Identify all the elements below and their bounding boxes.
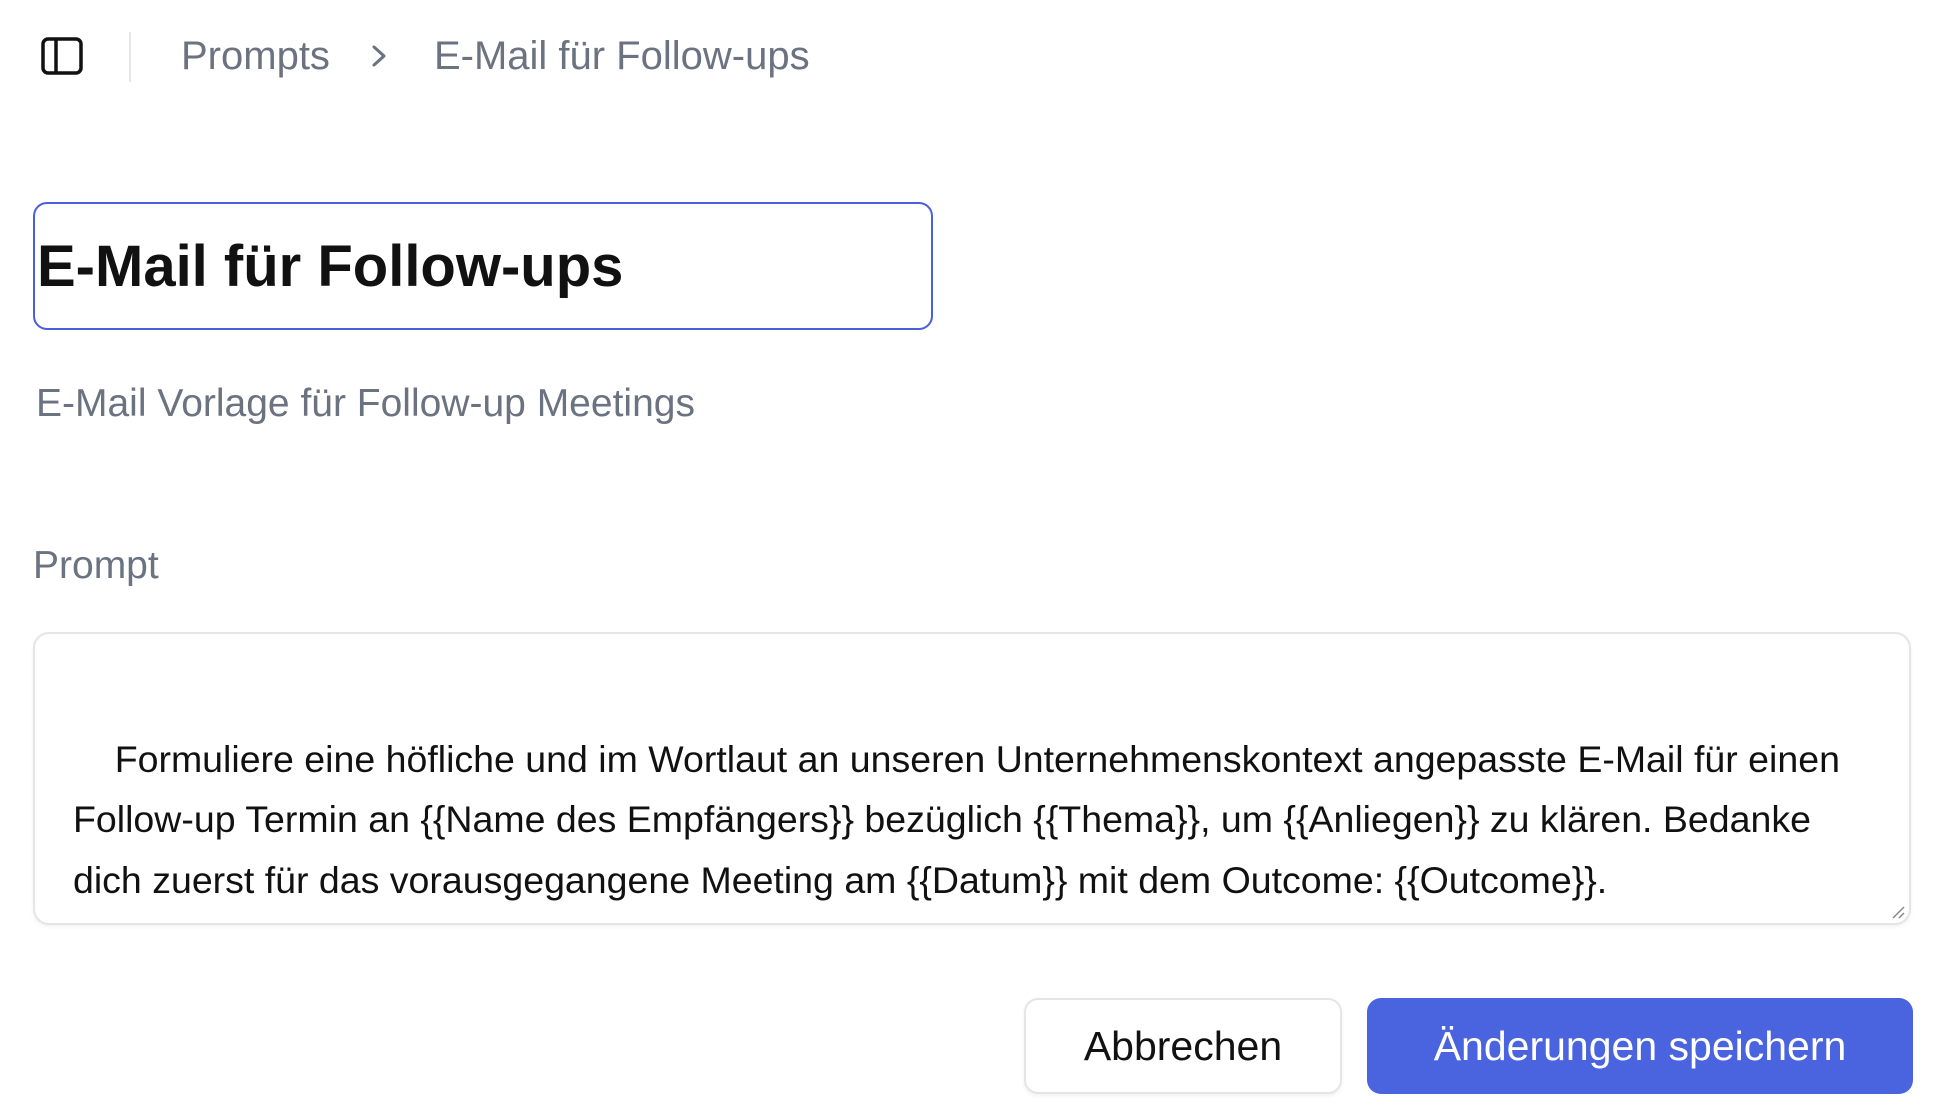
header-divider xyxy=(129,32,131,82)
sidebar-panel-icon xyxy=(41,37,83,75)
prompt-title-input[interactable] xyxy=(33,202,933,330)
prompt-text: Formuliere eine höfliche und im Wortlaut… xyxy=(73,737,1851,901)
chevron-right-icon xyxy=(370,43,388,69)
save-changes-button[interactable]: Änderungen speichern xyxy=(1367,998,1913,1094)
prompt-textarea[interactable]: Formuliere eine höfliche und im Wortlaut… xyxy=(33,632,1911,925)
prompt-section-label: Prompt xyxy=(33,544,159,587)
breadcrumb-prompts-link[interactable]: Prompts xyxy=(181,34,330,79)
prompt-description[interactable]: E-Mail Vorlage für Follow-up Meetings xyxy=(36,382,695,426)
resize-handle-icon[interactable] xyxy=(1889,903,1905,919)
breadcrumb-current: E-Mail für Follow-ups xyxy=(433,33,810,78)
cancel-button[interactable]: Abbrechen xyxy=(1024,998,1342,1094)
sidebar-toggle-button[interactable] xyxy=(40,34,84,78)
prompt-edit-page: Prompts E-Mail für Follow-ups E-Mail Vor… xyxy=(0,0,1936,1110)
breadcrumb: Prompts E-Mail für Follow-ups xyxy=(181,24,810,88)
